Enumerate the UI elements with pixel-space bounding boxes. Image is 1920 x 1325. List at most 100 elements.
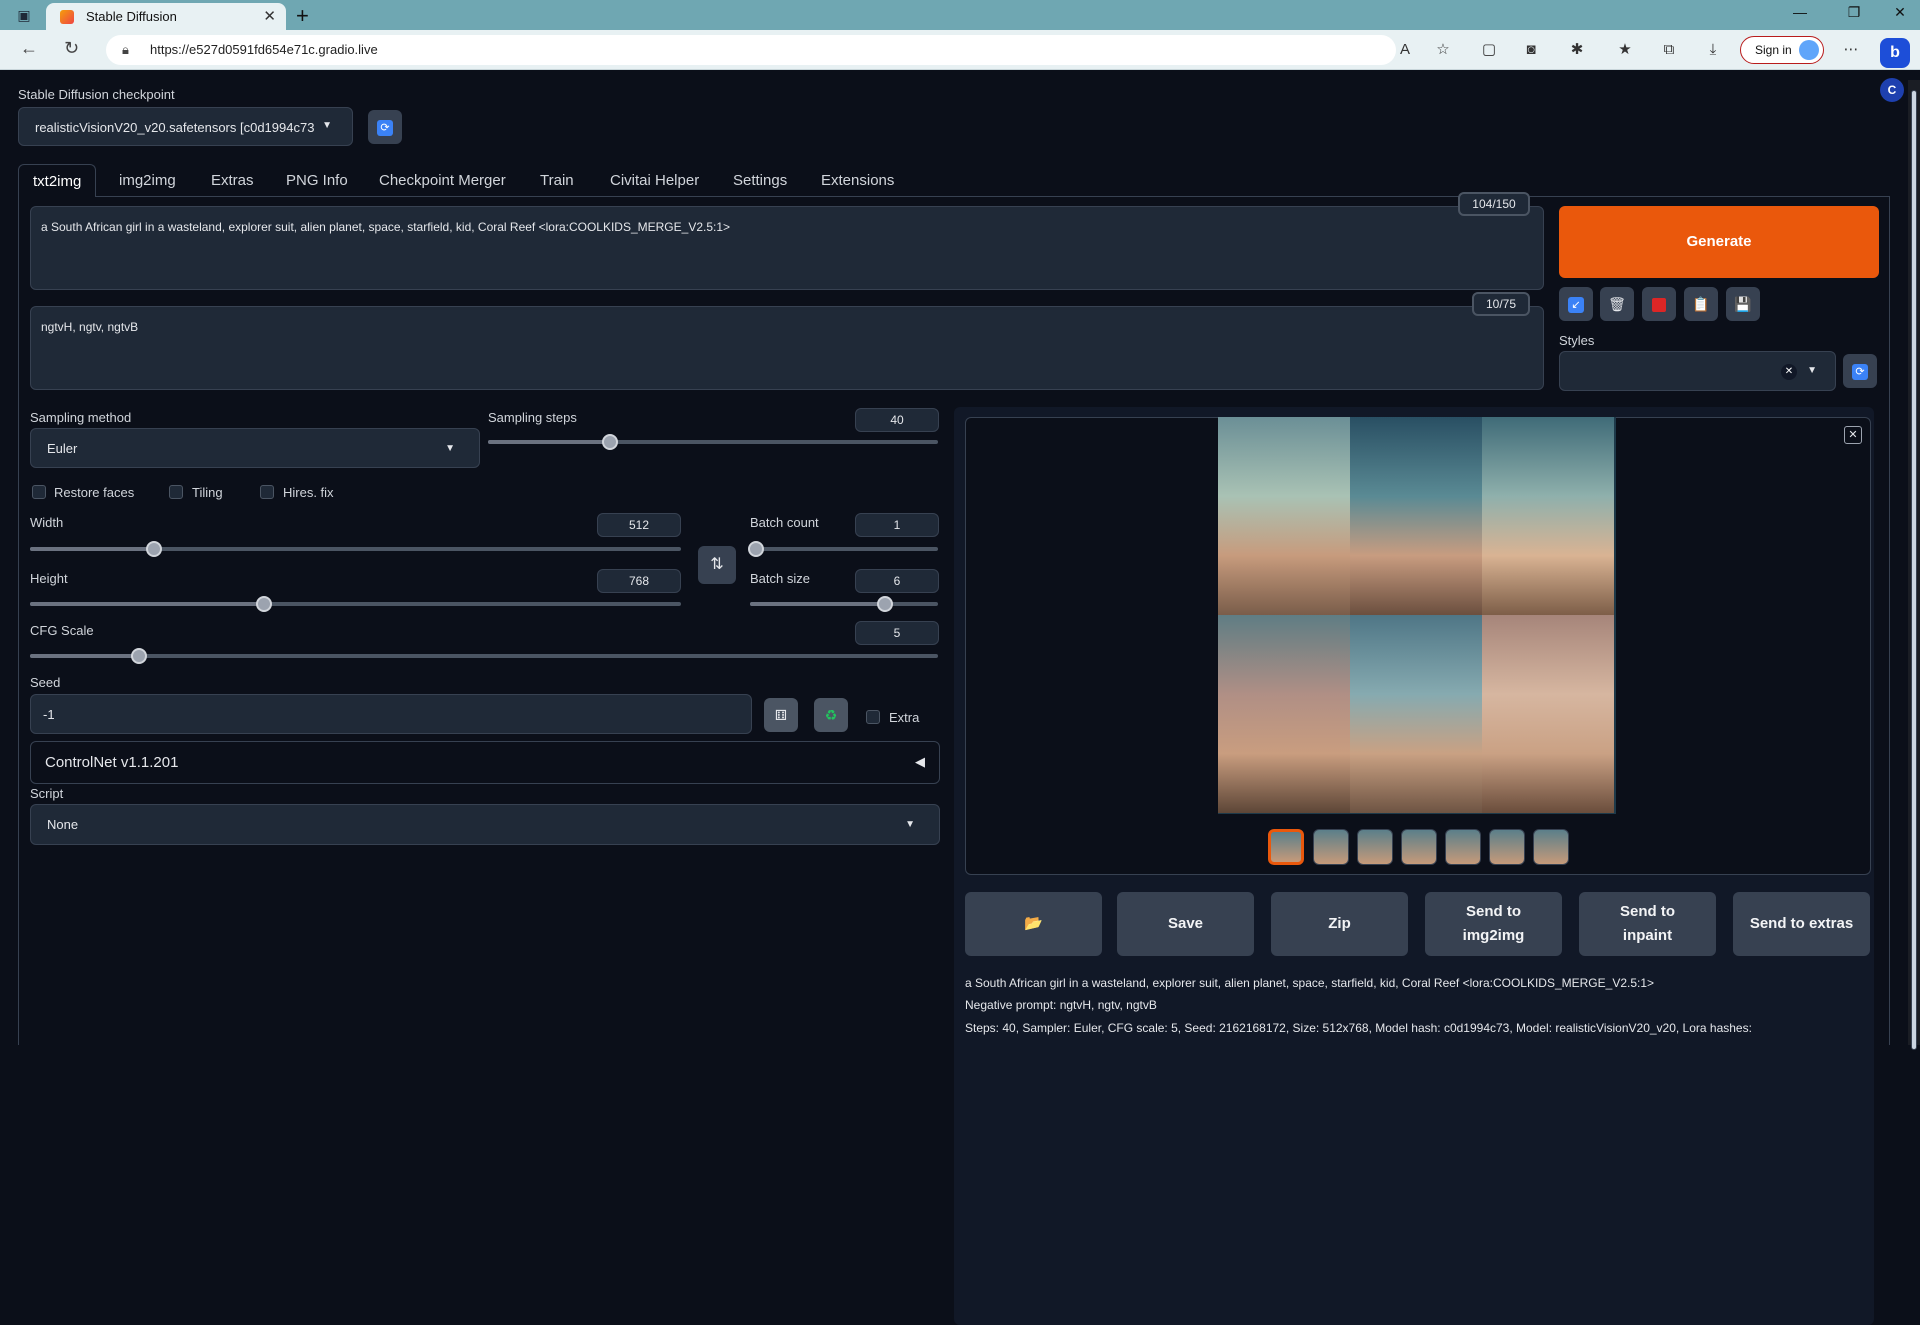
refresh-icon[interactable]: ↻: [64, 38, 79, 59]
open-folder-button[interactable]: 📂: [965, 892, 1102, 956]
tab-img2img[interactable]: img2img: [119, 164, 176, 197]
tiling-checkbox[interactable]: [169, 485, 183, 499]
tab-extras[interactable]: Extras: [211, 164, 254, 197]
tab-actions-icon[interactable]: ▣: [14, 5, 34, 25]
tab-train[interactable]: Train: [540, 164, 574, 197]
slider-handle[interactable]: [130, 648, 147, 664]
chevron-down-icon: ▼: [322, 120, 332, 131]
prompt-input[interactable]: a South African girl in a wasteland, exp…: [30, 206, 1544, 290]
styles-select[interactable]: ✕ ▼: [1559, 351, 1836, 391]
chevron-down-icon: ▼: [1807, 365, 1817, 376]
zip-button[interactable]: Zip: [1271, 892, 1408, 956]
reuse-seed-button[interactable]: ♻: [814, 698, 848, 732]
send-to-extras-button[interactable]: Send to extras: [1733, 892, 1870, 956]
generation-info-params: Steps: 40, Sampler: Euler, CFG scale: 5,…: [965, 1021, 1752, 1035]
width-input[interactable]: 512: [597, 513, 681, 537]
tab-civitai-helper[interactable]: Civitai Helper: [610, 164, 699, 197]
batch-count-slider[interactable]: [747, 541, 938, 557]
extension-icon[interactable]: ▢: [1478, 39, 1500, 61]
random-seed-button[interactable]: ⚅: [764, 698, 798, 732]
batch-size-input[interactable]: 6: [855, 569, 939, 593]
url-field[interactable]: 🔒︎ https://e527d0591fd654e71c.gradio.liv…: [106, 35, 1396, 65]
generated-image-grid[interactable]: [1218, 417, 1616, 814]
more-icon[interactable]: ⋯: [1840, 39, 1862, 61]
seed-input[interactable]: -1: [30, 694, 752, 734]
refresh-checkpoint-button[interactable]: ⟳: [368, 110, 402, 144]
gallery-thumbnail[interactable]: [1268, 829, 1304, 865]
sidebar-extension-icon[interactable]: C: [1880, 78, 1904, 102]
save-style-button[interactable]: 💾: [1726, 287, 1760, 321]
gallery-thumbnail[interactable]: [1533, 829, 1569, 865]
sampling-steps-slider[interactable]: [488, 434, 938, 450]
clear-icon[interactable]: ✕: [1781, 364, 1797, 380]
page-scrollbar[interactable]: [1908, 80, 1920, 1050]
negative-prompt-input[interactable]: ngtvH, ngtv, ngtvB: [30, 306, 1544, 390]
close-window-icon[interactable]: ✕: [1880, 4, 1920, 21]
generate-button[interactable]: Generate: [1559, 206, 1879, 278]
collapse-arrow-icon: ◀: [915, 754, 925, 769]
cfg-scale-slider[interactable]: [30, 648, 938, 664]
slider-handle[interactable]: [145, 541, 162, 557]
slider-handle[interactable]: [747, 541, 764, 557]
send-to-img2img-line2: img2img: [1462, 927, 1525, 944]
save-button[interactable]: Save: [1117, 892, 1254, 956]
tiling-label: Tiling: [192, 485, 223, 500]
gallery-thumbnail[interactable]: [1401, 829, 1437, 865]
extra-networks-button[interactable]: [1642, 287, 1676, 321]
sign-in-button[interactable]: Sign in: [1740, 36, 1824, 64]
height-input[interactable]: 768: [597, 569, 681, 593]
screen-icon[interactable]: ◙: [1520, 39, 1542, 61]
download-icon[interactable]: ⤓: [1702, 39, 1724, 61]
gallery-thumbnail[interactable]: [1445, 829, 1481, 865]
browser-tab[interactable]: Stable Diffusion ✕: [46, 3, 286, 30]
clipboard-button[interactable]: 📋: [1684, 287, 1718, 321]
refresh-icon: ⟳: [377, 120, 393, 137]
height-slider[interactable]: [30, 596, 681, 612]
trash-button[interactable]: 🗑: [1600, 287, 1634, 321]
minimize-icon[interactable]: —: [1780, 4, 1820, 20]
batch-size-slider[interactable]: [750, 596, 938, 612]
restore-faces-checkbox[interactable]: [32, 485, 46, 499]
extra-seed-checkbox[interactable]: [866, 710, 880, 724]
sampling-steps-input[interactable]: 40: [855, 408, 939, 432]
tab-png-info[interactable]: PNG Info: [286, 164, 348, 197]
collections-icon[interactable]: ⧉: [1658, 39, 1680, 61]
gallery-thumbnail[interactable]: [1489, 829, 1525, 865]
width-slider[interactable]: [30, 541, 681, 557]
scrollbar-thumb[interactable]: [1911, 90, 1917, 1050]
tab-settings[interactable]: Settings: [733, 164, 787, 197]
dice-icon: ⚅: [774, 707, 788, 723]
script-select[interactable]: None ▼: [30, 804, 940, 845]
hires-fix-checkbox[interactable]: [260, 485, 274, 499]
sampling-method-select[interactable]: Euler ▼: [30, 428, 480, 468]
slider-handle[interactable]: [601, 434, 618, 450]
send-to-inpaint-line1: Send to: [1620, 903, 1675, 920]
send-to-img2img-line1: Send to: [1466, 903, 1521, 920]
tab-extensions[interactable]: Extensions: [821, 164, 894, 197]
tab-txt2img[interactable]: txt2img: [18, 164, 97, 197]
close-tab-icon[interactable]: ✕: [263, 7, 276, 25]
gallery-thumbnail[interactable]: [1357, 829, 1393, 865]
new-tab-icon[interactable]: +: [296, 3, 309, 29]
controlnet-accordion[interactable]: ControlNet v1.1.201 ◀: [30, 741, 940, 784]
send-to-inpaint-button[interactable]: Send to inpaint: [1579, 892, 1716, 956]
read-params-button[interactable]: ↙: [1559, 287, 1593, 321]
favorites-icon[interactable]: ★: [1614, 39, 1636, 61]
refresh-styles-button[interactable]: ⟳: [1843, 354, 1877, 388]
tab-checkpoint-merger[interactable]: Checkpoint Merger: [379, 164, 506, 197]
checkpoint-select[interactable]: realisticVisionV20_v20.safetensors [c0d1…: [18, 107, 353, 146]
favorite-icon[interactable]: ☆: [1432, 39, 1454, 61]
copilot-icon[interactable]: b: [1880, 38, 1910, 68]
puzzle-icon[interactable]: ✱: [1566, 39, 1588, 61]
read-aloud-icon[interactable]: A: [1394, 39, 1416, 61]
extra-seed-label: Extra: [889, 710, 920, 725]
send-to-img2img-button[interactable]: Send to img2img: [1425, 892, 1562, 956]
cfg-scale-input[interactable]: 5: [855, 621, 939, 645]
restore-icon[interactable]: ❐: [1834, 4, 1874, 21]
close-icon[interactable]: ✕: [1844, 426, 1862, 444]
styles-label: Styles: [1559, 333, 1595, 348]
gallery-thumbnail[interactable]: [1313, 829, 1349, 865]
batch-count-input[interactable]: 1: [855, 513, 939, 537]
back-icon[interactable]: ←: [20, 38, 38, 59]
swap-dimensions-button[interactable]: ⇅: [698, 546, 736, 584]
